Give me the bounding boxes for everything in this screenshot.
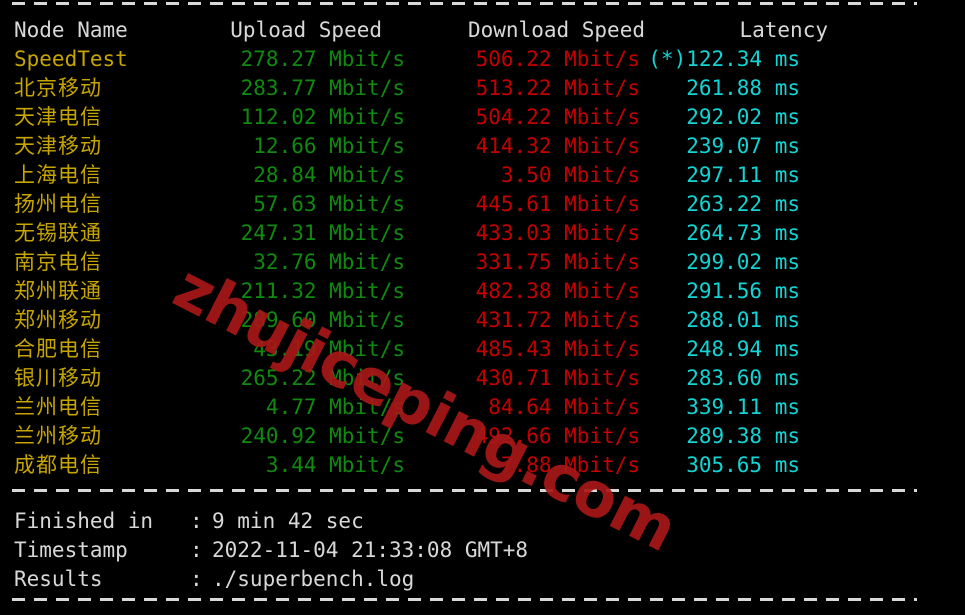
cell-latency: 264.73 ms: [686, 221, 800, 245]
table-row: 银川移动 265.22 Mbit/s 430.71 Mbit/s 283.60 ms: [0, 364, 965, 393]
cell-latency: 292.02 ms: [686, 105, 800, 129]
summary-label: Results: [14, 567, 103, 591]
summary-row: Timestamp:2022-11-04 21:33:08 GMT+8: [0, 536, 965, 565]
table-body: SpeedTest 278.27 Mbit/s 506.22 Mbit/s (*)12…: [0, 45, 965, 480]
table-row: 北京移动 283.77 Mbit/s 513.22 Mbit/s 261.88 ms: [0, 74, 965, 103]
cell-latency: 339.11 ms: [686, 395, 800, 419]
cell-latency: 289.38 ms: [686, 424, 800, 448]
table-row: 扬州电信 57.63 Mbit/s 445.61 Mbit/s 263.22 ms: [0, 190, 965, 219]
summary-section: Finished in:9 min 42 sec Timestamp:2022-1…: [0, 507, 965, 594]
table-row: 南京电信 32.76 Mbit/s 331.75 Mbit/s 299.02 ms: [0, 248, 965, 277]
table-row: 上海电信 28.84 Mbit/s 3.50 Mbit/s 297.11 ms: [0, 161, 965, 190]
table-header-row: Node Name Upload Speed Download Speed La…: [0, 16, 965, 45]
cell-latency: 288.01 ms: [686, 308, 800, 332]
cell-latency: 261.88 ms: [686, 76, 800, 100]
table-row: 合肥电信 43.19 Mbit/s 485.43 Mbit/s 248.94 ms: [0, 335, 965, 364]
cell-latency: 291.56 ms: [686, 279, 800, 303]
summary-row: Finished in:9 min 42 sec: [0, 507, 965, 536]
separator-top: [12, 2, 917, 5]
cell-latency: 297.11 ms: [686, 163, 800, 187]
table-row: 成都电信 3.44 Mbit/s 7.88 Mbit/s 305.65 ms: [0, 451, 965, 480]
summary-colon: :: [190, 538, 203, 562]
table-row: 天津移动 12.66 Mbit/s 414.32 Mbit/s 239.07 ms: [0, 132, 965, 161]
summary-colon: :: [190, 509, 203, 533]
table-row: 郑州移动 289.60 Mbit/s 431.72 Mbit/s 288.01 ms: [0, 306, 965, 335]
cell-latency: 305.65 ms: [686, 453, 800, 477]
separator-middle: [12, 489, 917, 492]
summary-row: Results: ./superbench.log: [0, 565, 965, 594]
cell-latency: 299.02 ms: [686, 250, 800, 274]
table-row: SpeedTest 278.27 Mbit/s 506.22 Mbit/s (*)12…: [0, 45, 965, 74]
cell-latency: (*)122.34 ms: [648, 47, 800, 71]
separator-bottom: [12, 598, 917, 601]
summary-value: ./superbench.log: [212, 567, 415, 591]
summary-value: 9 min 42 sec: [212, 509, 364, 533]
summary-value: 2022-11-04 21:33:08 GMT+8: [212, 538, 529, 562]
table-row: 无锡联通 247.31 Mbit/s 433.03 Mbit/s 264.73 ms: [0, 219, 965, 248]
cell-latency: 263.22 ms: [686, 192, 800, 216]
table-row: 兰州移动 240.92 Mbit/s 492.66 Mbit/s 289.38 ms: [0, 422, 965, 451]
table-row: 天津电信 112.02 Mbit/s 504.22 Mbit/s 292.02 ms: [0, 103, 965, 132]
cell-latency: 283.60 ms: [686, 366, 800, 390]
summary-colon: :: [190, 567, 203, 591]
cell-latency: 248.94 ms: [686, 337, 800, 361]
table-row: 兰州电信 4.77 Mbit/s 84.64 Mbit/s 339.11 ms: [0, 393, 965, 422]
table-row: 郑州联通 211.32 Mbit/s 482.38 Mbit/s 291.56 ms: [0, 277, 965, 306]
summary-label: Finished in: [14, 509, 154, 533]
summary-label: Timestamp: [14, 538, 128, 562]
terminal-window: Node Name Upload Speed Download Speed La…: [0, 0, 965, 615]
cell-latency: 239.07 ms: [686, 134, 800, 158]
column-header-latency: Latency: [739, 18, 828, 42]
speedtest-results-table: Node Name Upload Speed Download Speed La…: [0, 16, 965, 480]
